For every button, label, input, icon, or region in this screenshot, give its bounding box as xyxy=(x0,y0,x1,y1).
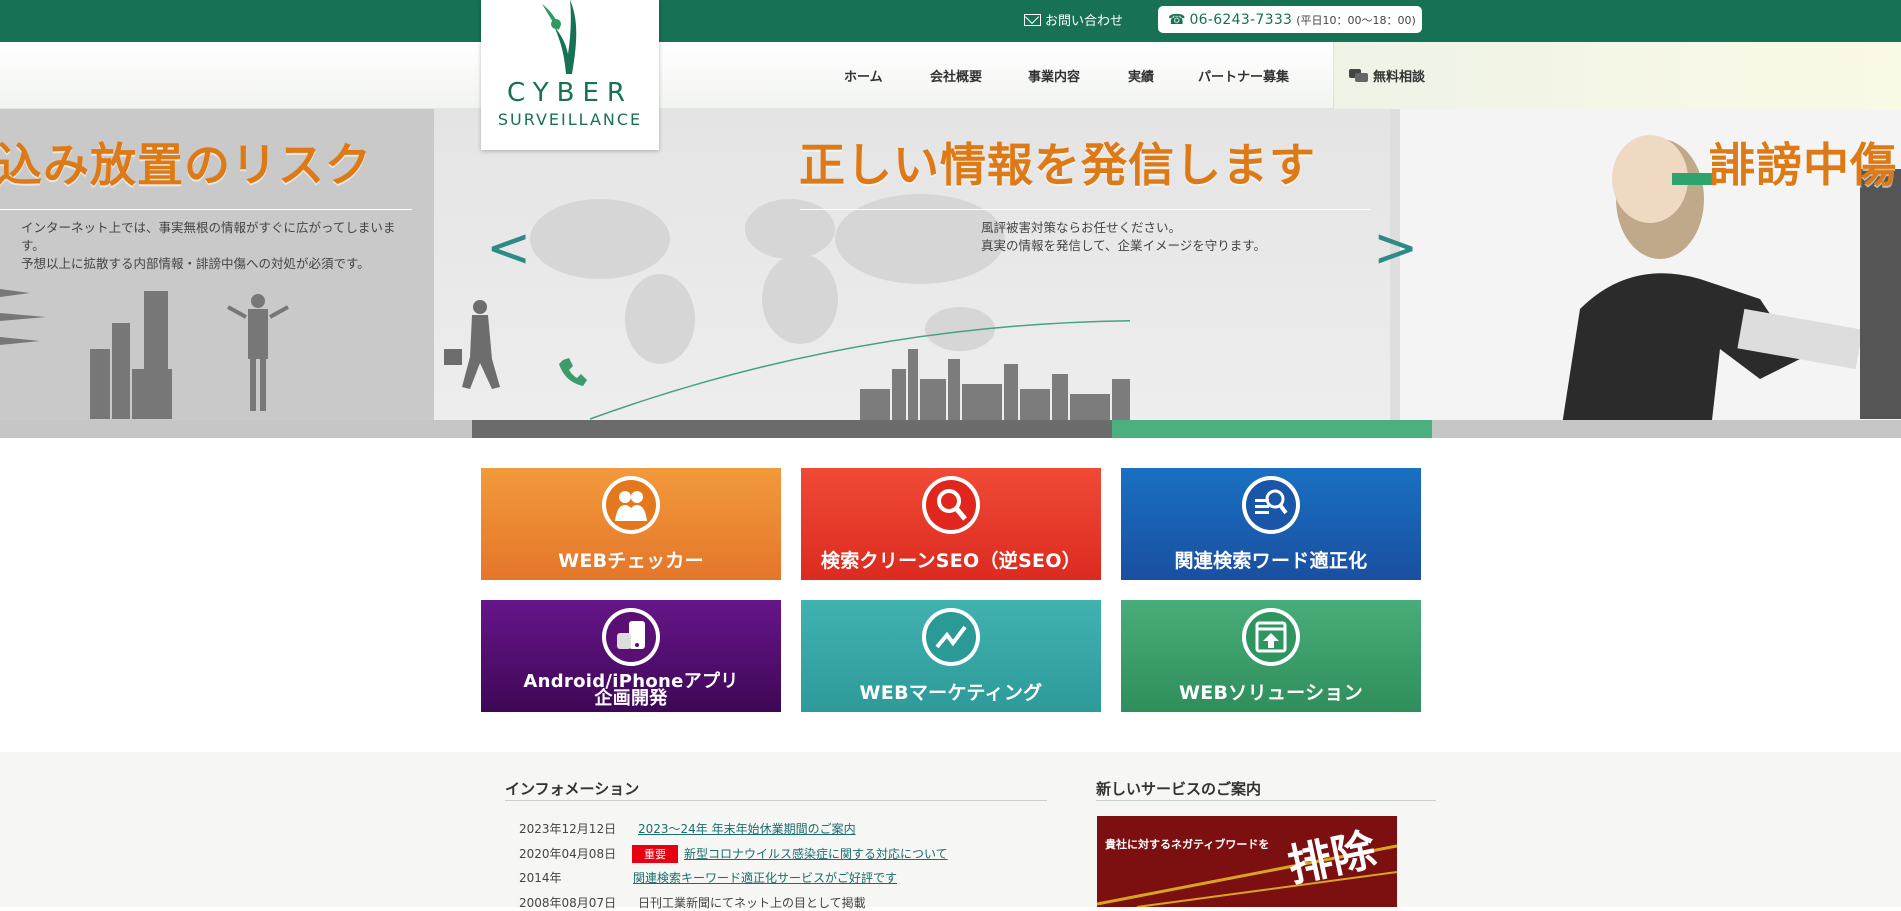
top-bar: お問い合わせ ☎ 06-6243-7333 (平日10：00〜18：00) xyxy=(0,0,1901,42)
info-title: インフォメーション xyxy=(505,780,640,798)
nav-home[interactable]: ホーム xyxy=(844,66,883,85)
news-date: 2020年04月08日 xyxy=(519,847,617,861)
contact-label: お問い合わせ xyxy=(1045,14,1124,29)
mail-icon xyxy=(1024,13,1041,26)
center-city-illustration xyxy=(444,300,1130,438)
new-service-banner[interactable]: 貴社に対するネガティブワードを 排除 xyxy=(1097,816,1397,907)
smartphone-icon xyxy=(606,612,656,662)
news-date: 2008年08月07日 xyxy=(519,896,617,910)
phone-handset-icon xyxy=(559,358,587,386)
contact-link[interactable]: お問い合わせ xyxy=(1024,10,1123,29)
nav-results[interactable]: 実績 xyxy=(1128,66,1154,85)
service-related-search[interactable]: 関連検索ワード適正化 xyxy=(1121,468,1421,580)
service-web-marketing[interactable]: WEBマーケティング xyxy=(801,600,1101,712)
hero-slider: 込み放置のリスク インターネット上では、事実無根の情報がすぐに広がってしまいま … xyxy=(0,109,1901,438)
news-date: 2023年12月12日 xyxy=(519,822,617,836)
nav-company[interactable]: 会社概要 xyxy=(930,66,982,85)
hero-left-title: 込み放置のリスク xyxy=(0,138,372,192)
slider-progress xyxy=(0,420,1901,438)
news-text: 日刊工業新聞にてネット上の目として掲載 xyxy=(638,896,866,910)
news-link[interactable]: 新型コロナウイルス感染症に関する対応について xyxy=(684,847,948,861)
service-label: 関連検索ワード適正化 xyxy=(1174,550,1368,572)
phone-icon: ☎ xyxy=(1168,11,1186,28)
service-label: 検索クリーンSEO（逆SEO） xyxy=(820,550,1082,572)
service-web-checker[interactable]: WEBチェッカー xyxy=(481,468,781,580)
logo-mark-icon xyxy=(542,0,577,74)
service-label: Android/iPhoneアプリ 企画開発 xyxy=(523,671,739,709)
left-city-illustration xyxy=(0,289,289,419)
banner-text: 貴社に対するネガティブワードを xyxy=(1105,838,1270,851)
news-date: 2014年 xyxy=(519,871,562,885)
search-list-icon xyxy=(1246,480,1296,530)
hero-center-text: 風評被害対策ならお任せください。 真実の情報を発信して、企業イメージを守ります。 xyxy=(981,220,1267,253)
logo-text-cyber: CYBER xyxy=(507,78,633,108)
news-link[interactable]: 2023～24年 年末年始休業期間のご案内 xyxy=(638,822,856,836)
info-section xyxy=(0,752,1901,907)
important-badge: 重要 xyxy=(632,845,678,863)
hero-left-text: インターネット上では、事実無根の情報がすぐに広がってしまいま す。 予想以上に拡… xyxy=(21,220,396,271)
news-link[interactable]: 関連検索キーワード適正化サービスがご好評です xyxy=(633,871,897,885)
free-consult-button[interactable]: 無料相談 xyxy=(1333,42,1901,109)
phone-info[interactable]: ☎ 06-6243-7333 (平日10：00〜18：00) xyxy=(1158,6,1422,33)
hero-center-title: 正しい情報を発信します xyxy=(799,138,1316,192)
phone-number: 06-6243-7333 xyxy=(1189,11,1293,28)
trend-chart-icon xyxy=(926,612,976,662)
people-icon xyxy=(606,480,656,530)
news-item: 2020年04月08日 重要 新型コロナウイルス感染症に関する対応について xyxy=(519,845,948,863)
service-app-dev[interactable]: Android/iPhoneアプリ 企画開発 xyxy=(481,600,781,712)
slider-prev-button[interactable]: < xyxy=(486,221,531,275)
nav-partner[interactable]: パートナー募集 xyxy=(1198,66,1289,85)
magnifier-icon xyxy=(926,480,976,530)
new-service-title: 新しいサービスのご案内 xyxy=(1096,780,1262,798)
news-item: 2008年08月07日 日刊工業新聞にてネット上の目として掲載 xyxy=(519,894,866,911)
service-label: WEBマーケティング xyxy=(859,682,1043,704)
free-consult-label: 無料相談 xyxy=(1373,70,1426,85)
service-web-solution[interactable]: WEBソリューション xyxy=(1121,600,1421,712)
main-nav: ホーム 会社概要 事業内容 実績 パートナー募集 無料相談 xyxy=(0,42,1901,109)
chat-icon xyxy=(1349,68,1368,83)
service-label: WEBチェッカー xyxy=(558,550,704,572)
hero-right-title: 誹謗中傷 xyxy=(1709,138,1897,192)
upload-window-icon xyxy=(1246,612,1296,662)
business-hours: (平日10：00〜18：00) xyxy=(1296,13,1416,27)
news-item: 2023年12月12日 2023～24年 年末年始休業期間のご案内 xyxy=(519,820,856,837)
nav-business[interactable]: 事業内容 xyxy=(1028,66,1080,85)
site-logo[interactable]: CYBER SURVEILLANCE xyxy=(481,0,659,150)
service-clean-seo[interactable]: 検索クリーンSEO（逆SEO） xyxy=(801,468,1101,580)
logo-text-surveillance: SURVEILLANCE xyxy=(497,110,643,129)
slider-next-button[interactable]: > xyxy=(1373,221,1418,275)
news-item: 2014年 関連検索キーワード適正化サービスがご好評です xyxy=(519,869,897,886)
service-label: WEBソリューション xyxy=(1178,682,1364,704)
